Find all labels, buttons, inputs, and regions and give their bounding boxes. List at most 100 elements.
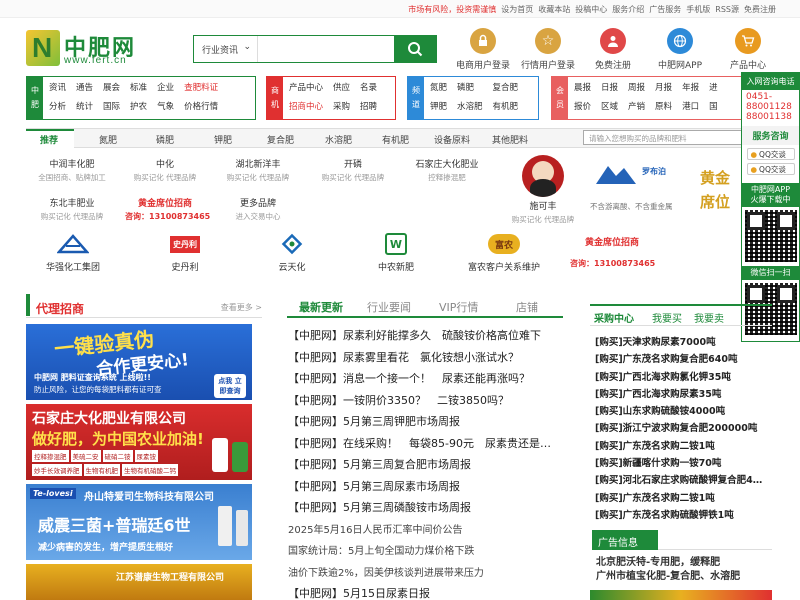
tab-sell[interactable]: 我要卖 [694, 310, 724, 325]
brand-funong[interactable]: 富农 富农客户关系维护 [468, 232, 540, 273]
purchase-item[interactable]: [购买]天津求购尿素7000吨 [595, 334, 771, 351]
nav-item[interactable]: 分析 [49, 100, 66, 115]
nav-item[interactable]: 统计 [76, 100, 93, 115]
tab-potash[interactable]: 钾肥 [214, 133, 232, 146]
quick-products[interactable]: 产品中心 [713, 28, 783, 71]
nav-item[interactable]: 磷肥 [457, 81, 483, 96]
tab-industry[interactable]: 行业要闻 [367, 299, 411, 315]
qq-chat-button[interactable]: ● QQ交谈 [746, 148, 795, 160]
purchase-item[interactable]: [购买]广东茂名求购复合肥640吨 [595, 351, 771, 368]
brand-gold-seat[interactable]: 黄金席位招商 咨询：13100873465 [125, 196, 210, 222]
search-input[interactable] [258, 36, 394, 62]
nav-item[interactable]: 月报 [655, 81, 672, 96]
nav-item[interactable]: 原料 [655, 100, 672, 115]
nav-item[interactable]: 年报 [682, 81, 699, 96]
ad-banner-jiangsu[interactable]: 江苏谱康生物工程有限公司 [26, 564, 252, 600]
shikefeng-logo[interactable] [522, 155, 564, 197]
ad-info-item[interactable]: 北京肥沃特-专用肥，缓释肥 [596, 556, 740, 570]
brand-search-input[interactable]: 请输入您想购买的品牌和肥料 [583, 130, 749, 145]
nav-item[interactable]: 产品中心 [289, 81, 323, 96]
quick-app[interactable]: 中肥网APP [645, 28, 715, 71]
tab-purchase-center[interactable]: 采购中心 [594, 310, 634, 325]
nav-item[interactable]: 水溶肥 [457, 100, 483, 115]
qq-chat-button[interactable]: ● QQ交谈 [746, 163, 795, 175]
tab-nitrogen[interactable]: 氮肥 [99, 133, 117, 146]
brand-item[interactable]: 石家庄大化肥业 控释掺混肥 [405, 157, 489, 183]
purchase-item[interactable]: [购买]广东茂名求购硫酸钾铁1吨 [595, 507, 771, 524]
site-logo[interactable]: N 中肥网 www.fert.cn [26, 30, 150, 66]
nav-item[interactable]: 标准 [130, 81, 147, 96]
nav-item[interactable]: 日报 [601, 81, 618, 96]
brand-item[interactable]: 施可丰 购买记化 代理品牌 [500, 199, 586, 225]
nav-item[interactable]: 展会 [103, 81, 120, 96]
nav-item-check-license[interactable]: 查肥料证 [184, 81, 218, 96]
purchase-item[interactable]: [购买]山东求购硫酸铵4000吨 [595, 403, 771, 420]
app-download[interactable]: 中肥网APP 火爆下载中 [742, 183, 799, 207]
nav-item[interactable]: 招商中心 [289, 100, 323, 115]
top-link-register[interactable]: 免费注册 [744, 4, 776, 15]
top-link-service[interactable]: 服务介绍 [612, 4, 644, 15]
nav-item[interactable]: 护农 [130, 100, 147, 115]
news-item[interactable]: 【中肥网】消息一个接一个！ 尿素还能再涨吗？ [288, 370, 558, 392]
nav-item[interactable]: 通告 [76, 81, 93, 96]
brand-zhongnong[interactable]: W 中农新肥 [378, 232, 414, 273]
news-item[interactable]: 【中肥网】5月第三周磷酸铵市场周报 [288, 499, 558, 521]
luobupo-logo[interactable]: 罗布泊 [590, 156, 684, 196]
top-link-favorite[interactable]: 收藏本站 [538, 4, 570, 15]
news-item[interactable]: 【中肥网】一铵阴价3350？ 二铵3850吗？ [288, 392, 558, 414]
brand-item[interactable]: 东北丰肥业 购买记化 代理品牌 [32, 196, 112, 222]
nav-item[interactable]: 钾肥 [430, 100, 447, 115]
nav-item[interactable]: 资讯 [49, 81, 66, 96]
nav-item[interactable]: 报价 [574, 100, 591, 115]
ad-info-item[interactable]: 广州市植宝化肥-复合肥、水溶肥 [596, 570, 740, 584]
purchase-item[interactable]: [购买]广东茂名求购二铵1吨 [595, 438, 771, 455]
nav-item[interactable]: 港口 [682, 100, 699, 115]
ad-banner-shijiazhuang[interactable]: 石家庄大化肥业有限公司 做好肥，为中国农业加油! 控释掺混肥 美硫二安 硫硝二铵… [26, 404, 252, 480]
nav-item[interactable]: 国 [709, 100, 718, 115]
nav-item[interactable]: 企业 [157, 81, 174, 96]
purchase-item[interactable]: [购买]河北石家庄求购硫酸钾复合肥4… [595, 472, 771, 489]
quick-ecommerce-login[interactable]: 电商用户登录 [448, 28, 518, 71]
nav-item[interactable]: 产销 [628, 100, 645, 115]
brand-item[interactable]: 湖北新洋丰 购买记化 代理品牌 [218, 157, 298, 183]
tab-other[interactable]: 其他肥料 [492, 133, 528, 146]
top-link-mobile[interactable]: 手机版 [686, 4, 710, 15]
brand-item[interactable]: 中润丰化肥 全国招商、贴牌加工 [32, 157, 112, 183]
nav-item[interactable]: 采购 [333, 100, 350, 115]
top-link-submit[interactable]: 投稿中心 [575, 4, 607, 15]
tab-latest[interactable]: 最新更新 [299, 299, 343, 315]
purchase-item[interactable]: [购买]新疆喀什求购一铵70吨 [595, 455, 771, 472]
news-item[interactable]: 油价下跌逾2%，因美伊核谈判进展带来压力 [288, 564, 558, 586]
search-category-select[interactable]: 行业资讯 ⌄ [194, 36, 258, 62]
nav-item[interactable]: 晨报 [574, 81, 591, 96]
search-button[interactable] [394, 36, 436, 62]
quick-market-login[interactable]: ☆ 行情用户登录 [513, 28, 583, 71]
agency-more-link[interactable]: 查看更多 > [221, 302, 262, 313]
tab-phosphate[interactable]: 磷肥 [156, 133, 174, 146]
quick-register[interactable]: 免费注册 [578, 28, 648, 71]
top-link-home[interactable]: 设为首页 [501, 4, 533, 15]
nav-item[interactable]: 国际 [103, 100, 120, 115]
brand-stanley[interactable]: 史丹利 史丹利 [168, 232, 202, 273]
news-item[interactable]: 【中肥网】5月15日尿素日报 [288, 585, 558, 600]
purchase-item[interactable]: [购买]广西北海求购氯化钾35吨 [595, 369, 771, 386]
news-item[interactable]: 国家统计局：5月上旬全国动力煤价格下跌 [288, 542, 558, 564]
news-item[interactable]: 【中肥网】尿素雾里看花 氯化铵想小涨试水？ [288, 349, 558, 371]
brand-gold-seat[interactable]: 黄金席位招商 咨询：13100873465 [570, 235, 655, 269]
tab-organic[interactable]: 有机肥 [382, 133, 409, 146]
nav-item[interactable]: 区域 [601, 100, 618, 115]
purchase-item[interactable]: [购买]广西北海求购尿素35吨 [595, 386, 771, 403]
news-item[interactable]: 2025年5月16日人民币汇率中间价公告 [288, 521, 558, 543]
nav-item[interactable]: 周报 [628, 81, 645, 96]
news-item[interactable]: 【中肥网】在线采购！ 每袋85-90元 尿素贵还是… [288, 435, 558, 457]
nav-item[interactable]: 复合肥 [493, 81, 519, 96]
nav-item[interactable]: 有机肥 [493, 100, 519, 115]
nav-item[interactable]: 招聘 [360, 100, 377, 115]
tab-recommend[interactable]: 推荐 [40, 133, 58, 146]
tab-buy[interactable]: 我要买 [652, 310, 682, 325]
ad-banner-zhoushan[interactable]: Te-lovesi 舟山特爱司生物科技有限公司 威震三菌+普瑞廷6世 减少病害的… [26, 484, 252, 560]
tab-shop[interactable]: 店铺 [516, 299, 538, 315]
tab-vip[interactable]: VIP行情 [439, 299, 478, 315]
brand-huaqiang[interactable]: 华强化工集团 [46, 232, 100, 273]
news-item[interactable]: 【中肥网】5月第三周钾肥市场周报 [288, 413, 558, 435]
